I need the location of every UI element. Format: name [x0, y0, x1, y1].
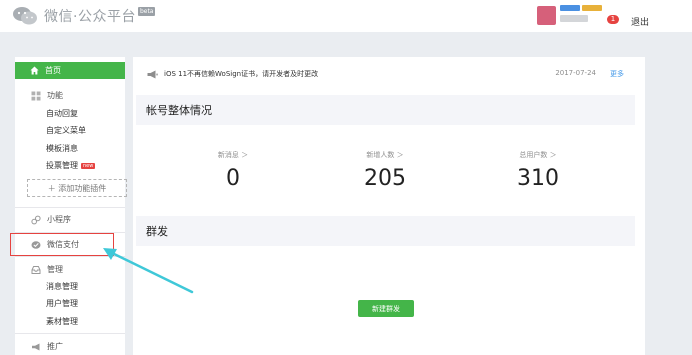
inbox-icon: [31, 265, 41, 274]
account-overview-header: 帐号整体情况: [136, 95, 635, 125]
notice-more-link[interactable]: 更多: [610, 69, 624, 79]
stat-label[interactable]: 新消息 ＞: [183, 150, 283, 160]
logout-link[interactable]: 退出: [631, 15, 649, 28]
megaphone-icon: [32, 343, 40, 350]
top-bar: 微信·公众平台 beta 1 退出: [0, 0, 692, 32]
annotation-arrow-icon: [103, 248, 194, 294]
sidebar-item-template-message[interactable]: 模板消息: [46, 143, 78, 154]
mini-program-icon: [31, 215, 41, 224]
section-title: 群发: [146, 225, 168, 238]
sidebar-group-label: 管理: [47, 265, 63, 274]
account-name-redacted: [560, 15, 588, 22]
sidebar-item-label: 首页: [45, 66, 61, 75]
sidebar-item-message-management[interactable]: 消息管理: [46, 281, 78, 292]
sidebar-item-label: 投票管理: [46, 161, 78, 170]
add-plugin-button[interactable]: ＋ 添加功能插件: [27, 179, 127, 197]
account-info: [560, 5, 608, 25]
notice-text[interactable]: iOS 11不再信赖WoSign证书，请开发者及时更改: [164, 69, 318, 79]
sidebar-item-material-management[interactable]: 素材管理: [46, 316, 78, 327]
account-type-badge: [560, 5, 580, 11]
sidebar-divider: [15, 333, 125, 334]
sidebar-group-management: 管理: [31, 264, 63, 275]
stat-label[interactable]: 新增人数 ＞: [335, 150, 435, 160]
stat-new-followers: 新增人数 ＞ 205: [335, 150, 435, 191]
avatar[interactable]: [537, 5, 556, 25]
stat-value: 205: [364, 166, 406, 191]
notification-badge[interactable]: 1: [607, 15, 619, 24]
logo-text: 微信·公众平台: [44, 9, 136, 25]
sidebar-item-label: 小程序: [47, 215, 71, 224]
sidebar-item-mini-program[interactable]: 小程序: [31, 214, 71, 225]
main-panel: iOS 11不再信赖WoSign证书，请开发者及时更改 2017-07-24 更…: [133, 57, 645, 355]
stat-value: 310: [517, 166, 559, 191]
wechat-logo-icon: [13, 7, 37, 25]
stat-new-messages: 新消息 ＞ 0: [183, 150, 283, 191]
notice-date: 2017-07-24: [555, 69, 596, 77]
sidebar-group-label: 推广: [47, 342, 63, 351]
sidebar-group-promotion: 推广: [31, 341, 63, 352]
sidebar-item-auto-reply[interactable]: 自动回复: [46, 108, 78, 119]
logo[interactable]: 微信·公众平台 beta: [12, 6, 156, 26]
home-icon: [30, 66, 39, 75]
sidebar-divider: [15, 207, 125, 208]
sidebar-group-function: 功能: [31, 90, 63, 101]
beta-badge: beta: [137, 6, 156, 16]
stat-label[interactable]: 总用户数 ＞: [488, 150, 588, 160]
grid-icon: [31, 91, 41, 100]
sidebar-item-vote-management[interactable]: 投票管理 new: [46, 160, 96, 171]
section-title: 帐号整体情况: [146, 104, 212, 117]
sidebar-item-home[interactable]: 首页: [15, 62, 125, 79]
wechat-pay-highlight-box: [10, 233, 114, 256]
sidebar: 首页 功能 自动回复 自定义菜单 模板消息 投票管理 new ＋ 添加功能插件 小…: [15, 57, 127, 355]
new-broadcast-button[interactable]: 新建群发: [358, 300, 414, 317]
new-badge: new: [81, 163, 96, 169]
user-account[interactable]: [537, 5, 608, 25]
stat-total-users: 总用户数 ＞ 310: [488, 150, 588, 191]
sidebar-item-user-management[interactable]: 用户管理: [46, 298, 78, 309]
broadcast-header: 群发: [136, 216, 635, 246]
verified-badge: [582, 5, 602, 11]
stat-value: 0: [226, 166, 240, 191]
sidebar-item-custom-menu[interactable]: 自定义菜单: [46, 125, 86, 136]
sidebar-group-label: 功能: [47, 91, 63, 100]
notice-bar: iOS 11不再信赖WoSign证书，请开发者及时更改 2017-07-24 更…: [147, 67, 633, 81]
announcement-icon: [147, 70, 158, 78]
